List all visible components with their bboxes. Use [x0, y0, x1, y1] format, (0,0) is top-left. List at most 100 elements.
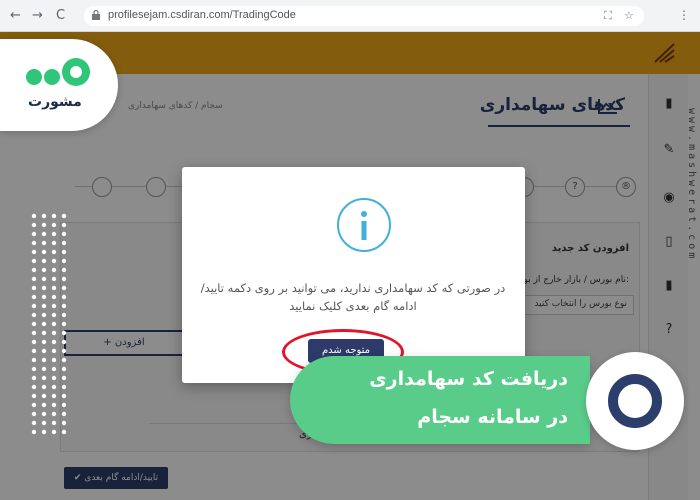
dot [41, 276, 47, 282]
reload-icon[interactable]: C [56, 9, 65, 23]
dot [51, 285, 57, 291]
dot [51, 267, 57, 273]
dot [61, 231, 67, 237]
dot [61, 420, 67, 426]
dot [31, 402, 37, 408]
dot [61, 339, 67, 345]
dot [41, 429, 47, 435]
info-icon [337, 198, 391, 252]
dot [41, 213, 47, 219]
dot [31, 411, 37, 417]
dot [51, 366, 57, 372]
dot [61, 393, 67, 399]
address-bar[interactable]: profilesejam.csdiran.com/TradingCode ⛶ ☆ [84, 6, 644, 26]
dot [51, 411, 57, 417]
dot [41, 384, 47, 390]
brand-logo-icon [26, 58, 90, 86]
caption-line-2: در سامانه سجام [417, 406, 568, 428]
dot [41, 411, 47, 417]
dot [31, 366, 37, 372]
dot [31, 348, 37, 354]
dot [31, 303, 37, 309]
dot [41, 357, 47, 363]
dot [61, 213, 67, 219]
dot [51, 393, 57, 399]
dot [61, 402, 67, 408]
dot [61, 366, 67, 372]
dot [41, 393, 47, 399]
dot [31, 393, 37, 399]
dot [31, 357, 37, 363]
dot [61, 258, 67, 264]
dot [61, 384, 67, 390]
url-text: profilesejam.csdiran.com/TradingCode [108, 9, 296, 21]
dot [61, 348, 67, 354]
forward-icon[interactable]: → [32, 9, 43, 23]
dot [31, 420, 37, 426]
star-icon[interactable]: ☆ [624, 9, 634, 22]
dot [31, 240, 37, 246]
dot [31, 384, 37, 390]
dot [51, 402, 57, 408]
dot [31, 312, 37, 318]
dot [31, 285, 37, 291]
dot [61, 276, 67, 282]
dot [31, 330, 37, 336]
dot [51, 357, 57, 363]
dot [31, 231, 37, 237]
dot [31, 375, 37, 381]
translate-icon[interactable]: ⛶ [604, 9, 612, 23]
dot [31, 429, 37, 435]
back-icon[interactable]: ← [10, 9, 21, 23]
browser-toolbar: ← → C profilesejam.csdiran.com/TradingCo… [0, 0, 700, 32]
dot [41, 348, 47, 354]
dot [61, 357, 67, 363]
dot [41, 240, 47, 246]
dot [51, 240, 57, 246]
dot [41, 294, 47, 300]
dot [31, 276, 37, 282]
dot [61, 312, 67, 318]
dot [51, 375, 57, 381]
dot [51, 294, 57, 300]
dot [41, 267, 47, 273]
dot [61, 267, 67, 273]
dot [51, 303, 57, 309]
dot [41, 303, 47, 309]
dot [41, 420, 47, 426]
brand-name: مشورت [28, 94, 82, 110]
dot [51, 321, 57, 327]
dot [51, 339, 57, 345]
dot [41, 339, 47, 345]
dot [41, 258, 47, 264]
dot [61, 222, 67, 228]
browser-menu-icon[interactable]: ⋮ [678, 8, 690, 22]
dot [61, 330, 67, 336]
dot [41, 330, 47, 336]
dot [61, 294, 67, 300]
dot [31, 249, 37, 255]
dot [31, 321, 37, 327]
dot [61, 285, 67, 291]
dot [31, 267, 37, 273]
dot [51, 348, 57, 354]
info-modal: در صورتی که کد سهامداری ندارید، می توانی… [182, 167, 525, 383]
modal-message: در صورتی که کد سهامداری ندارید، می توانی… [200, 281, 506, 313]
ring-icon [608, 374, 662, 428]
dots-pattern [31, 213, 67, 435]
dot [51, 231, 57, 237]
dot [41, 222, 47, 228]
brand-badge: مشورت [0, 39, 118, 131]
dot [41, 312, 47, 318]
dot [41, 249, 47, 255]
dot [61, 375, 67, 381]
dot [61, 429, 67, 435]
dot [41, 402, 47, 408]
dot [51, 213, 57, 219]
dot [61, 411, 67, 417]
lock-icon [92, 10, 100, 20]
dot [41, 366, 47, 372]
dot [31, 213, 37, 219]
dot [41, 375, 47, 381]
dot [41, 231, 47, 237]
